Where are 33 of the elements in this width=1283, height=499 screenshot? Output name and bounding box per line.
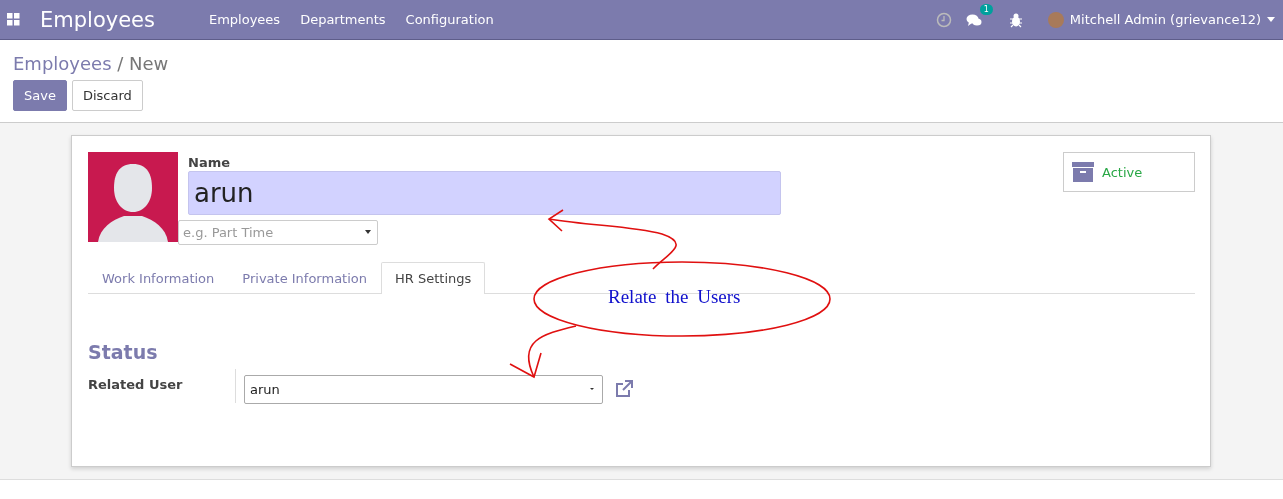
tab[interactable]: Work Information (88, 262, 229, 294)
section-title: Status (88, 341, 159, 363)
menu-item[interactable]: Configuration (395, 12, 504, 27)
field-label: Name (188, 155, 231, 170)
menu-item[interactable]: Departments (290, 12, 396, 27)
tab[interactable]: HR Settings (381, 262, 486, 294)
user-menu[interactable]: Mitchell Admin (grievance12) (1047, 11, 1275, 28)
user-avatar-icon (1047, 11, 1064, 28)
external-link-icon[interactable] (614, 379, 634, 399)
menu-item[interactable]: Employees (198, 12, 291, 27)
caret-icon (1267, 17, 1275, 22)
apps-menu-icon[interactable] (7, 13, 20, 26)
app-title: Employees (40, 7, 155, 32)
breadcrumb-separator: / (117, 53, 124, 74)
active-toggle-button[interactable]: Active (1063, 152, 1195, 192)
breadcrumb-link[interactable]: Employees (13, 53, 112, 74)
tab[interactable]: Private Information (228, 262, 382, 294)
employee-photo[interactable] (88, 152, 178, 242)
notification-badge: 1 (979, 3, 993, 15)
save-button[interactable]: Save (13, 80, 67, 111)
breadcrumb-current: New (129, 53, 169, 74)
bug-icon[interactable] (1007, 11, 1024, 28)
related-user-dropdown[interactable]: arun (244, 375, 603, 404)
field-label: Related User (88, 369, 236, 403)
discard-button[interactable]: Discard (71, 80, 143, 111)
clock-icon[interactable] (935, 11, 952, 28)
archive-box-icon (1072, 162, 1094, 182)
user-name: Mitchell Admin (grievance12) (1069, 12, 1261, 27)
job-position-field[interactable]: e.g. Part Time (178, 220, 378, 245)
callout-text: Relate the Users (608, 286, 741, 308)
caret-icon (588, 387, 596, 392)
name-field[interactable]: arun (188, 171, 781, 215)
caret-icon (364, 230, 372, 235)
